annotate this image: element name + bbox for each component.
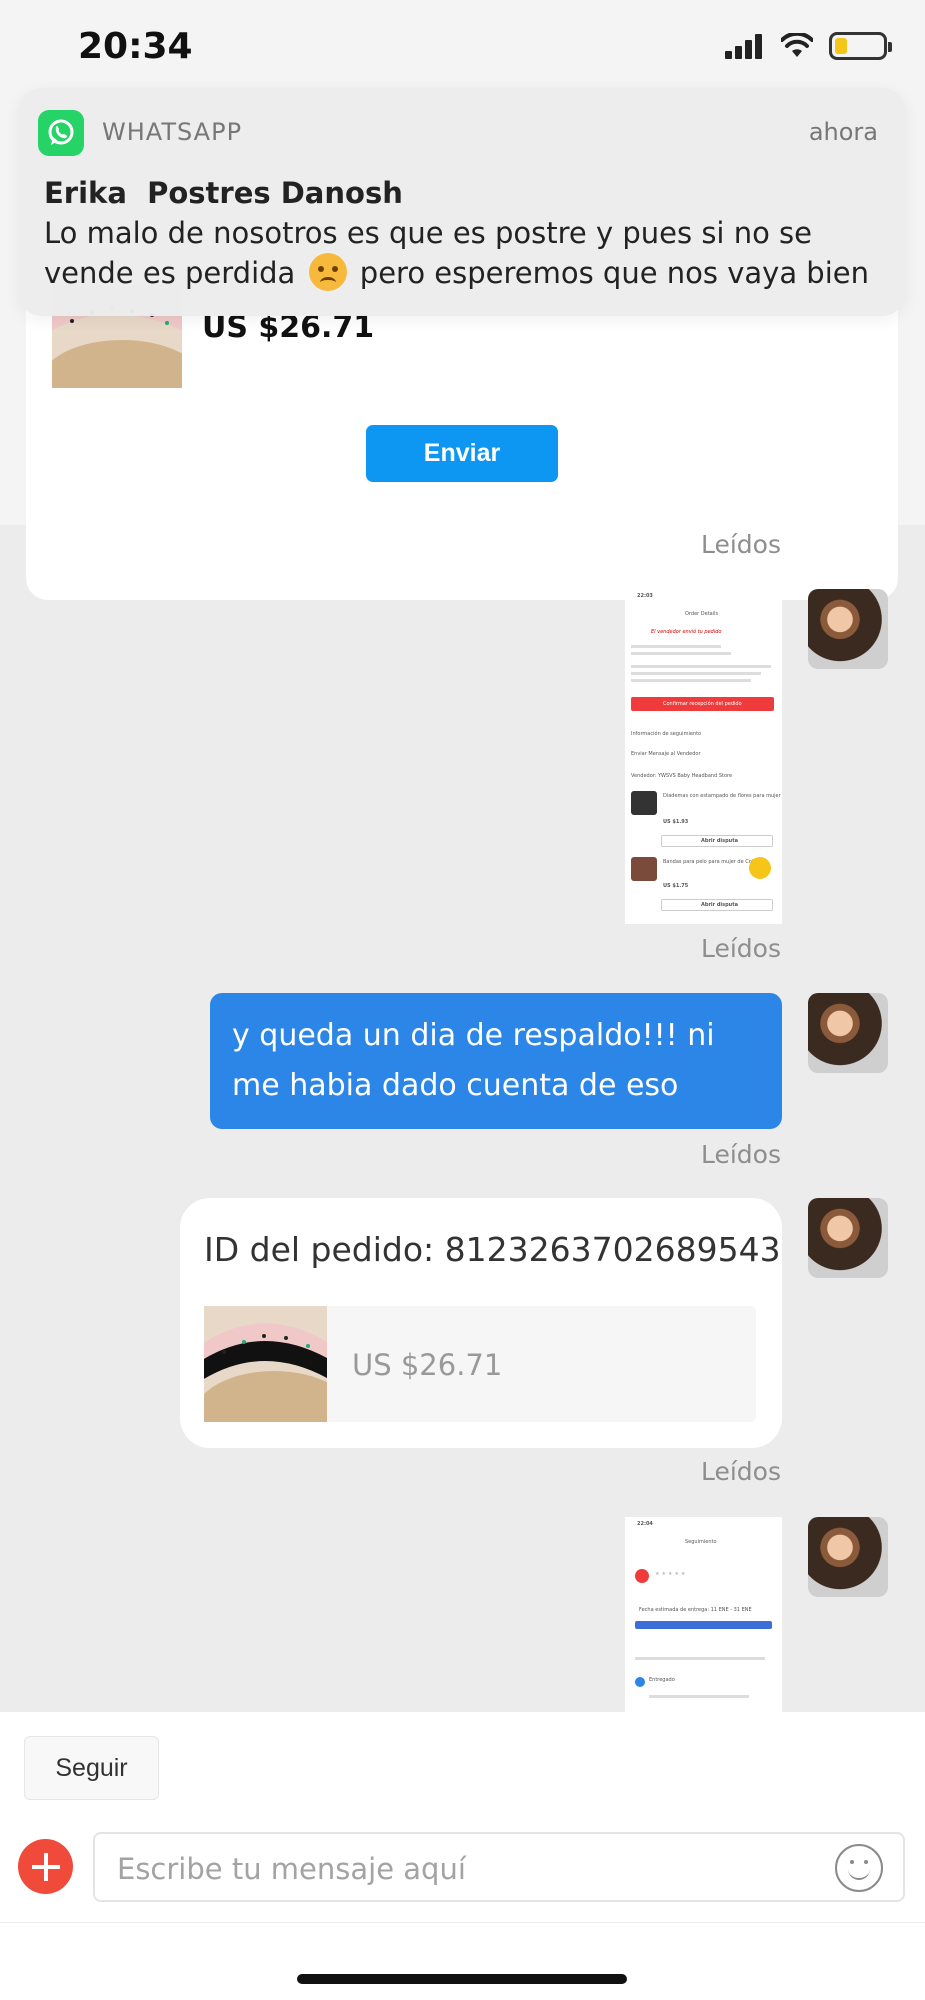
read-receipt: Leídos (700, 1140, 781, 1169)
order-message-card[interactable]: ID del pedido: 8123263702689543 US $26.7… (180, 1198, 782, 1448)
order-id: ID del pedido: 8123263702689543 (204, 1230, 781, 1269)
message-input-placeholder: Escribe tu mensaje aquí (117, 1852, 466, 1886)
follow-button[interactable]: Seguir (24, 1736, 159, 1800)
persevering-face-icon (308, 253, 347, 291)
headband-thumbnail (204, 1306, 327, 1422)
screenshot2-estimate: Fecha estimada de entrega: 11 ENE - 31 E… (639, 1607, 752, 1613)
screenshot-title: Order Details (685, 611, 719, 617)
avatar[interactable] (808, 993, 888, 1073)
screenshot-item1: Diademas con estampado de flores para mu… (663, 793, 781, 799)
screenshot-item2: Bandas para pelo para mujer de Color (663, 859, 759, 865)
home-indicator (297, 1974, 627, 1984)
screenshot-price1: US $1.93 (663, 819, 689, 825)
message-input[interactable]: Escribe tu mensaje aquí (93, 1832, 905, 1902)
emoji-icon[interactable] (835, 1844, 883, 1892)
message-bubble[interactable]: y queda un dia de respaldo!!! ni me habi… (210, 993, 782, 1129)
avatar[interactable] (808, 1198, 888, 1278)
notification-sender: Erika Postres Danosh (44, 176, 403, 210)
screenshot2-title: Seguimiento (685, 1539, 717, 1545)
send-button[interactable]: Enviar (366, 425, 558, 482)
status-time: 20:34 (78, 26, 193, 67)
notification-text-end: pero esperemos que nos vaya bien (359, 256, 869, 290)
order-details-screenshot[interactable]: 22:03 Order Details El vendedor envió tu… (625, 589, 782, 924)
status-bar: 20:34 (0, 0, 925, 100)
add-attachment-button[interactable] (18, 1839, 73, 1894)
notification-app-name: WHATSAPP (102, 118, 243, 146)
screenshot-price2: US $1.75 (663, 883, 689, 889)
screenshot2-time: 22:04 (637, 1521, 653, 1527)
avatar[interactable] (808, 589, 888, 669)
avatar[interactable] (808, 1517, 888, 1597)
tracking-screenshot[interactable]: 22:04 Seguimiento ★★★★★ Fecha estimada d… (625, 1517, 782, 1712)
screenshot-confirm: Confirmar recepción del pedido (663, 701, 742, 707)
notification-time: ahora (808, 118, 878, 146)
cellular-signal-icon (725, 34, 762, 59)
notification-body: Lo malo de nosotros es que es postre y p… (44, 214, 894, 293)
read-receipt: Leídos (700, 530, 781, 559)
screenshot-seller: Vendedor: YWSVS Baby Headband Store (631, 773, 733, 779)
order-price: US $26.71 (352, 1348, 503, 1382)
screenshot-tracking: Información de seguimiento (631, 731, 702, 737)
whatsapp-notification[interactable]: WHATSAPP ahora Erika Postres Danosh Lo m… (18, 88, 906, 316)
read-receipt: Leídos (700, 1457, 781, 1486)
screenshot-status: El vendedor envió tu pedido (651, 629, 722, 635)
screenshot-dispute1: Abrir disputa (701, 838, 739, 844)
wifi-icon (781, 33, 813, 57)
screenshot-time: 22:03 (637, 593, 653, 599)
read-receipt: Leídos (700, 934, 781, 963)
screenshot-message: Enviar Mensaje al Vendedor (631, 751, 701, 757)
order-product[interactable]: US $26.71 (204, 1306, 756, 1422)
battery-icon (829, 32, 892, 60)
divider (0, 1922, 925, 1923)
whatsapp-icon (38, 110, 84, 156)
screenshot-dispute2: Abrir disputa (701, 902, 739, 908)
status-icons (725, 32, 892, 60)
bottom-bar: Seguir Escribe tu mensaje aquí (0, 1712, 925, 2000)
message-text: y queda un dia de respaldo!!! ni me habi… (232, 1018, 715, 1103)
screenshot2-delivered: Entregado (649, 1677, 675, 1683)
